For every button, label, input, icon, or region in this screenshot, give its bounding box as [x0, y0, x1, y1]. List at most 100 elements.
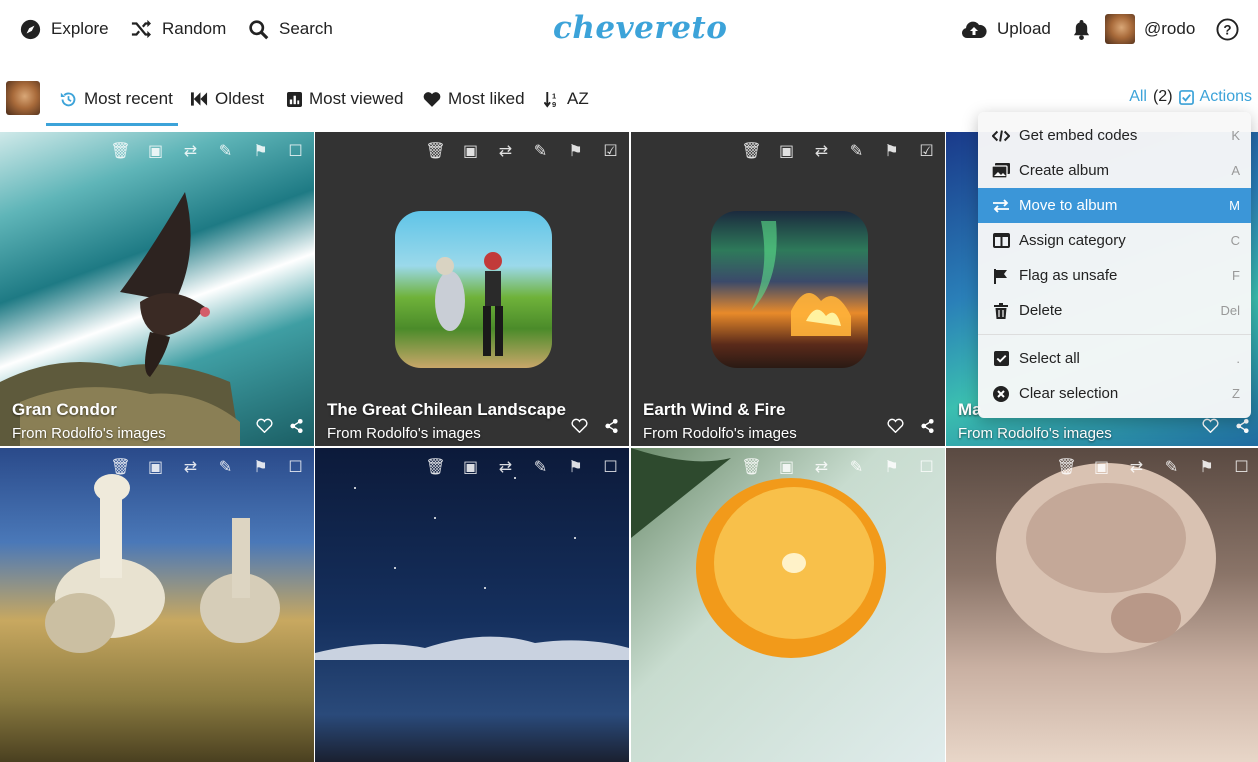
tile-album[interactable]: From Rodolfo's images: [643, 425, 797, 442]
share-icon[interactable]: [1235, 418, 1250, 434]
share-icon[interactable]: [604, 418, 619, 434]
trash-icon[interactable]: 🗑: [425, 456, 446, 477]
heart-icon: [423, 92, 441, 107]
edit-icon[interactable]: ✎: [846, 456, 867, 477]
exchange-icon[interactable]: ⇄: [811, 140, 832, 161]
exchange-icon: [991, 198, 1011, 213]
images-icon[interactable]: ▣: [460, 456, 481, 477]
exchange-icon[interactable]: ⇄: [495, 140, 516, 161]
trash-icon[interactable]: 🗑: [741, 140, 762, 161]
images-icon[interactable]: ▣: [776, 140, 797, 161]
menu-item-embed-codes[interactable]: Get embed codes K: [978, 118, 1251, 153]
menu-item-delete[interactable]: Delete Del: [978, 293, 1251, 328]
chart-icon: [287, 91, 302, 107]
cloud-upload-icon: [961, 21, 987, 39]
tile-album[interactable]: From Rodolfo's images: [958, 425, 1112, 442]
images-icon[interactable]: ▣: [145, 140, 166, 161]
image-tile[interactable]: 🗑 ▣ ⇄ ✎ ⚑ ☐ Gran Condor From Rodolfo's i…: [0, 132, 314, 446]
like-icon[interactable]: [256, 418, 273, 434]
flag-icon[interactable]: ⚑: [250, 140, 271, 161]
share-icon[interactable]: [289, 418, 304, 434]
checkbox-icon[interactable]: ☐: [916, 456, 937, 477]
edit-icon[interactable]: ✎: [846, 140, 867, 161]
image-tile[interactable]: 🗑 ▣ ⇄ ✎ ⚑ ☐: [631, 448, 945, 762]
exchange-icon[interactable]: ⇄: [180, 140, 201, 161]
checkbox-icon[interactable]: ☐: [285, 140, 306, 161]
tab-az[interactable]: 19 AZ: [544, 86, 589, 112]
trash-icon[interactable]: 🗑: [1056, 456, 1077, 477]
image-tile[interactable]: 🗑 ▣ ⇄ ✎ ⚑ ☐: [315, 448, 629, 762]
tile-title[interactable]: Gran Condor: [12, 400, 117, 420]
menu-item-assign-category[interactable]: Assign category C: [978, 223, 1251, 258]
menu-item-flag-unsafe[interactable]: Flag as unsafe F: [978, 258, 1251, 293]
images-icon[interactable]: ▣: [145, 456, 166, 477]
tab-oldest[interactable]: Oldest: [191, 86, 264, 112]
flag-icon[interactable]: ⚑: [881, 140, 902, 161]
select-all-link[interactable]: All: [1129, 88, 1147, 106]
edit-icon[interactable]: ✎: [530, 140, 551, 161]
user-menu[interactable]: @rodo: [1105, 14, 1195, 44]
like-icon[interactable]: [571, 418, 588, 434]
logo[interactable]: chevereto: [553, 10, 727, 46]
tile-album[interactable]: From Rodolfo's images: [327, 425, 481, 442]
menu-item-move-to-album[interactable]: Move to album M: [978, 188, 1251, 223]
images-icon[interactable]: ▣: [776, 456, 797, 477]
share-icon[interactable]: [920, 418, 935, 434]
trash-icon[interactable]: 🗑: [110, 456, 131, 477]
image-tile[interactable]: 🗑 ▣ ⇄ ✎ ⚑ ☐: [946, 448, 1258, 762]
checked-checkbox-icon[interactable]: ☑: [600, 140, 621, 161]
tile-title[interactable]: The Great Chilean Landscape: [327, 400, 566, 420]
image-tile[interactable]: 🗑 ▣ ⇄ ✎ ⚑ ☑ The Great Chilean Landscape …: [315, 132, 629, 446]
exchange-icon[interactable]: ⇄: [180, 456, 201, 477]
edit-icon[interactable]: ✎: [1161, 456, 1182, 477]
tab-most-recent-label: Most recent: [84, 89, 173, 108]
edit-icon[interactable]: ✎: [530, 456, 551, 477]
edit-icon[interactable]: ✎: [215, 140, 236, 161]
edit-icon[interactable]: ✎: [215, 456, 236, 477]
like-icon[interactable]: [887, 418, 904, 434]
actions-menu: Get embed codes K Create album A Move to…: [978, 112, 1251, 418]
tab-most-viewed[interactable]: Most viewed: [287, 86, 403, 112]
trash-icon[interactable]: 🗑: [741, 456, 762, 477]
images-icon[interactable]: ▣: [1091, 456, 1112, 477]
upload-button[interactable]: Upload: [961, 14, 1051, 44]
menu-item-create-album[interactable]: Create album A: [978, 153, 1251, 188]
tile-album[interactable]: From Rodolfo's images: [12, 425, 166, 442]
help-button[interactable]: ?: [1216, 14, 1249, 44]
flag-icon[interactable]: ⚑: [250, 456, 271, 477]
flag-icon[interactable]: ⚑: [565, 140, 586, 161]
tab-most-liked[interactable]: Most liked: [423, 86, 525, 112]
menu-item-select-all[interactable]: Select all .: [978, 341, 1251, 376]
exchange-icon[interactable]: ⇄: [811, 456, 832, 477]
notifications-button[interactable]: [1072, 14, 1101, 44]
tab-most-recent[interactable]: Most recent: [60, 86, 173, 112]
actions-button[interactable]: Actions: [1200, 88, 1252, 106]
exchange-icon[interactable]: ⇄: [1126, 456, 1147, 477]
orange-photo: [631, 448, 886, 658]
tile-title[interactable]: Earth Wind & Fire: [643, 400, 785, 420]
image-tile[interactable]: 🗑 ▣ ⇄ ✎ ⚑ ☑ Earth Wind & Fire From Rodol…: [631, 132, 945, 446]
explore-link[interactable]: Explore: [20, 14, 109, 44]
random-link[interactable]: Random: [130, 14, 226, 44]
checkbox-icon[interactable]: ☐: [1231, 456, 1252, 477]
checkbox-icon[interactable]: ☐: [600, 456, 621, 477]
tab-az-label: AZ: [567, 89, 589, 108]
menu-item-label: Create album: [1019, 162, 1110, 179]
menu-item-clear-selection[interactable]: Clear selection Z: [978, 376, 1251, 411]
trash-icon[interactable]: 🗑: [110, 140, 131, 161]
flag-icon[interactable]: ⚑: [565, 456, 586, 477]
exchange-icon[interactable]: ⇄: [495, 456, 516, 477]
image-tile[interactable]: 🗑 ▣ ⇄ ✎ ⚑ ☐: [0, 448, 314, 762]
tile-toolbar: 🗑 ▣ ⇄ ✎ ⚑ ☐: [110, 456, 306, 477]
checkbox-icon[interactable]: ☐: [285, 456, 306, 477]
flag-icon[interactable]: ⚑: [1196, 456, 1217, 477]
user-avatar[interactable]: [6, 81, 40, 115]
menu-item-label: Clear selection: [1019, 385, 1119, 402]
images-icon[interactable]: ▣: [460, 140, 481, 161]
flag-icon[interactable]: ⚑: [881, 456, 902, 477]
checked-checkbox-icon[interactable]: ☑: [916, 140, 937, 161]
like-icon[interactable]: [1202, 418, 1219, 434]
trash-icon[interactable]: 🗑: [425, 140, 446, 161]
selection-info: All (2) Actions: [1129, 88, 1252, 106]
search-link[interactable]: Search: [248, 14, 333, 44]
